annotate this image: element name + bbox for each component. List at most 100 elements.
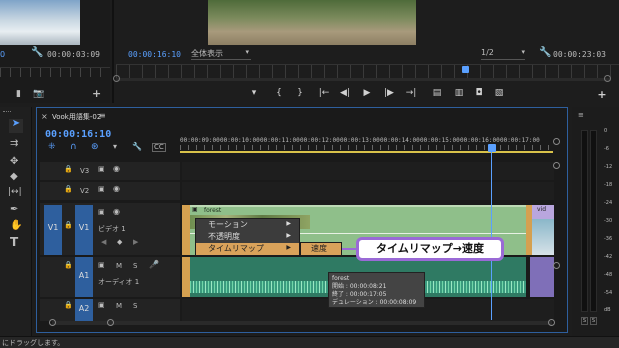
h-scroll-handle-left[interactable] (49, 319, 56, 326)
source-patch-v1[interactable]: V1 (44, 205, 62, 255)
horizontal-scrollbar[interactable] (52, 321, 552, 325)
step-back-icon[interactable]: ◀| (339, 88, 351, 98)
comparison-view-icon[interactable]: ▧ (493, 88, 505, 98)
eye-icon[interactable]: ◉ (113, 185, 120, 193)
lift-icon[interactable]: ▤ (431, 88, 443, 98)
eye-icon[interactable]: ◉ (113, 208, 120, 216)
sync-lock-icon[interactable]: ▣ (98, 209, 105, 216)
type-tool-icon[interactable]: T (10, 236, 18, 248)
linked-selection-icon[interactable]: ⊛ (91, 143, 99, 152)
ripple-edit-tool-icon[interactable]: ✥ (10, 157, 18, 167)
microphone-icon[interactable]: 🎤 (149, 261, 159, 269)
audio-clip-left-edge[interactable] (182, 257, 190, 297)
meter-solo-left[interactable]: S (581, 317, 588, 325)
wrench-icon[interactable]: 🔧 (539, 48, 551, 58)
ruler-scroll-handle[interactable] (553, 138, 560, 145)
timeline-close-button[interactable]: × (41, 112, 48, 121)
add-marker-icon[interactable]: ▾ (113, 143, 117, 151)
captions-icon[interactable]: CC (152, 143, 166, 152)
track-name-a1: A1 (78, 271, 90, 280)
sequence-menu-icon[interactable]: ≡ (99, 111, 106, 120)
audio-clip-next[interactable] (530, 257, 554, 297)
vertical-scroll-handle[interactable] (553, 162, 560, 169)
track-select-tool-icon[interactable]: ⇉ (10, 139, 18, 149)
track-target-v1[interactable]: V1 (75, 205, 93, 255)
play-icon[interactable]: ▶ (361, 88, 373, 98)
snap-icon[interactable]: ∩ (70, 143, 77, 152)
track-name-v2: V2 (80, 187, 90, 195)
menu-item-opacity[interactable]: 不透明度 ▶ (196, 231, 299, 243)
source-add-button[interactable]: + (92, 88, 101, 99)
mark-out-icon[interactable]: } (294, 88, 306, 98)
nest-icon[interactable]: ⁜ (48, 143, 56, 152)
selection-tool-icon[interactable]: ➤ (9, 119, 23, 133)
eye-icon[interactable]: ◉ (113, 165, 120, 173)
sequence-tab[interactable]: Vook用語集-02 (52, 112, 101, 122)
timeline-playhead-handle[interactable] (488, 144, 496, 152)
source-timecode-prefix: 0 (0, 50, 6, 59)
hand-tool-icon[interactable]: ✋ (10, 221, 22, 231)
step-forward-icon[interactable]: |▶ (383, 88, 395, 98)
solo-button[interactable]: S (133, 302, 137, 310)
lock-icon[interactable]: 🔒 (64, 186, 73, 193)
meter-scale-label: -12 (604, 164, 613, 170)
menu-item-label: 不透明度 (208, 232, 240, 241)
scroll-handle-right[interactable] (604, 75, 611, 82)
program-add-button[interactable]: + (596, 88, 608, 101)
menu-item-motion[interactable]: モーション ▶ (196, 219, 299, 231)
clip-left-edge[interactable] (182, 205, 190, 255)
mute-button[interactable]: M (116, 302, 122, 310)
sync-lock-icon[interactable]: ▣ (98, 166, 105, 173)
sync-lock-icon[interactable]: ▣ (98, 262, 105, 269)
track-target-a1[interactable]: A1 (75, 257, 93, 297)
razor-tool-icon[interactable]: ◆ (10, 172, 18, 182)
export-frame-icon[interactable]: ◘ (473, 88, 485, 98)
camera-icon[interactable]: 📷 (33, 90, 44, 99)
solo-button[interactable]: S (133, 262, 137, 270)
h-scroll-handle-right[interactable] (548, 319, 555, 326)
work-area-bar[interactable] (180, 151, 553, 153)
mark-in-icon[interactable]: { (273, 88, 285, 98)
lock-icon[interactable]: 🔒 (64, 166, 73, 173)
go-to-in-icon[interactable]: |← (318, 88, 330, 98)
program-playhead[interactable] (462, 66, 469, 73)
menu-item-time-remap[interactable]: タイムリマップ ▶ (196, 243, 299, 255)
track-lane-v2[interactable] (182, 182, 554, 200)
track-target-a2[interactable]: A2 (75, 299, 93, 321)
go-to-out-icon[interactable]: →| (405, 88, 417, 98)
video-clip-next[interactable]: vid (532, 205, 554, 255)
mute-button[interactable]: M (116, 262, 122, 270)
meter-solo-right[interactable]: S (590, 317, 597, 325)
scroll-handle-left[interactable] (113, 75, 120, 82)
extract-icon[interactable]: ▥ (453, 88, 465, 98)
vertical-scroll-handle[interactable] (553, 262, 560, 269)
track-name-v3: V3 (80, 167, 90, 175)
program-zoom-scrollbar[interactable] (116, 78, 611, 81)
fx-badge-icon: ▣ (192, 206, 198, 213)
sync-lock-icon[interactable]: ▣ (98, 186, 105, 193)
h-scroll-handle-mid[interactable] (107, 319, 114, 326)
quality-dropdown[interactable]: 1/2 ▾ (481, 48, 525, 60)
lock-icon[interactable]: 🔒 (64, 222, 73, 229)
sync-lock-icon[interactable]: ▣ (98, 302, 105, 309)
timeline-playhead-line (491, 152, 492, 320)
timeline-ruler[interactable]: 00:00:09:00 00:00:10:00 00:00:11:00 00:0… (180, 133, 553, 155)
wrench-icon[interactable]: 🔧 (31, 48, 43, 58)
sequence-timecode[interactable]: 00:00:16:10 (45, 129, 111, 140)
callout-text: タイムリマップ→速度 (376, 242, 484, 255)
pen-tool-icon[interactable]: ✒ (10, 205, 18, 215)
settings-wrench-icon[interactable]: 🔧 (132, 143, 142, 151)
add-keyframe-icon[interactable]: ◆ (117, 239, 122, 246)
meter-scale-label: dB (604, 307, 611, 313)
lock-icon[interactable]: 🔒 (64, 302, 73, 309)
next-keyframe-icon[interactable]: ▶ (133, 239, 138, 246)
panel-menu-icon[interactable]: ≡ (578, 111, 584, 119)
prev-keyframe-icon[interactable]: ◀ (101, 239, 106, 246)
track-lane-v3[interactable] (182, 162, 554, 180)
add-marker-icon[interactable]: ▾ (248, 88, 260, 98)
submenu-item-speed[interactable]: 速度 (301, 243, 341, 255)
marker-icon[interactable]: ▮ (16, 90, 21, 99)
lock-icon[interactable]: 🔒 (64, 262, 73, 269)
slip-tool-icon[interactable]: |↔| (8, 188, 22, 197)
fit-dropdown[interactable]: 全体表示 ▾ (191, 48, 251, 60)
